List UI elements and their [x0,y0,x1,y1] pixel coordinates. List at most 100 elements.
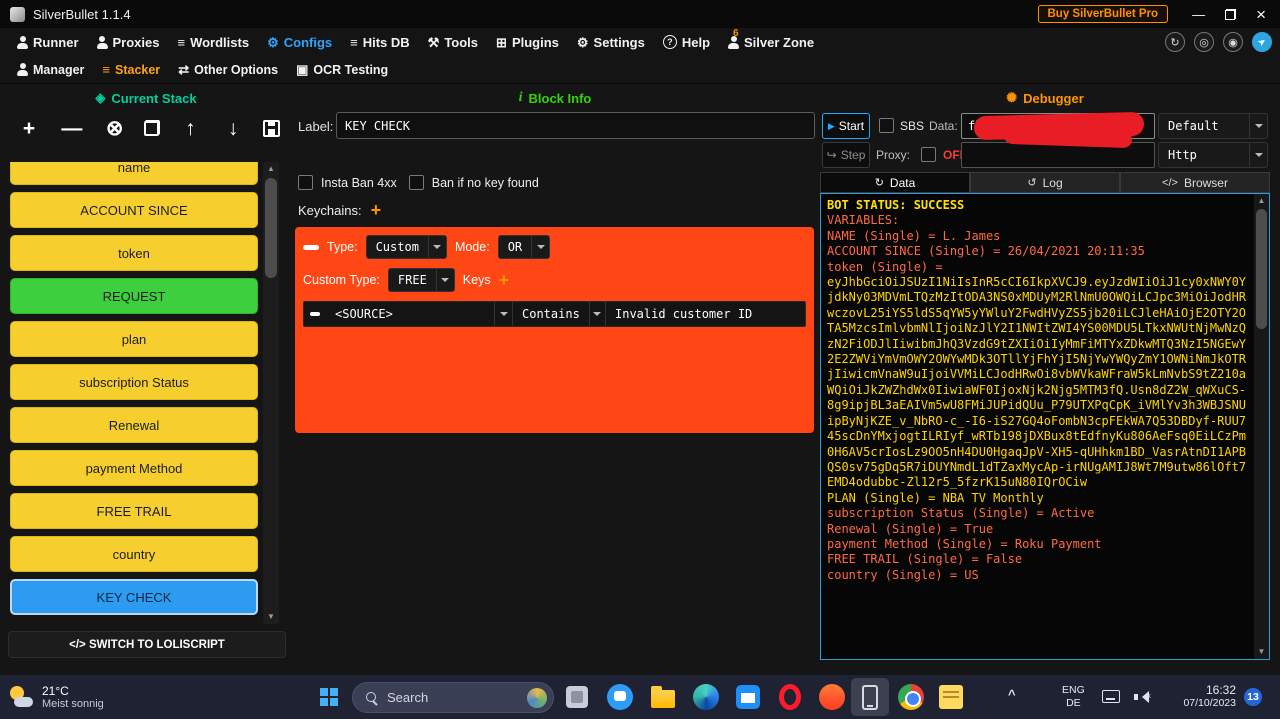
sbs-checkbox[interactable] [879,118,894,133]
taskbar-app-brave[interactable] [813,678,851,716]
stack-block-name[interactable]: name [10,162,258,185]
stack-block-request[interactable]: REQUEST [10,278,258,314]
notification-badge[interactable]: 13 [1244,688,1262,706]
stack-block-renewal[interactable]: Renewal [10,407,258,443]
search-icon [365,691,379,705]
taskbar-app-notes[interactable] [932,678,970,716]
menu-item-plugins[interactable]: ⊞Plugins [487,28,568,56]
taskbar-app-explorer[interactable] [644,678,682,716]
record-icon[interactable]: ◉ [1223,32,1243,52]
stack-block-plan[interactable]: plan [10,321,258,357]
scroll-thumb[interactable] [265,178,277,278]
chevron-down-icon [436,269,454,291]
taskbar-app-store[interactable] [729,678,767,716]
add-key-icon[interactable]: + [499,271,510,289]
device-icon [862,685,878,710]
move-up-icon[interactable]: ↑ [177,118,203,139]
close-icon[interactable]: × [1256,9,1266,20]
switch-to-loliscript-button[interactable]: </> SWITCH TO LOLISCRIPT [8,631,286,658]
scroll-thumb[interactable] [1256,209,1267,329]
wordlist-type-dropdown[interactable]: Default [1158,113,1268,139]
store-icon [736,685,760,709]
telegram-icon[interactable]: ➤ [1252,32,1272,52]
key-source-dropdown[interactable]: <SOURCE> [326,302,512,326]
stack-scrollbar[interactable]: ▲ ▼ [263,162,279,624]
key-comparer-dropdown[interactable]: Contains [513,302,605,326]
submenu-item-manager[interactable]: Manager [8,56,93,83]
taskbar-app-chat[interactable] [601,678,639,716]
scroll-up-icon[interactable]: ▲ [1254,194,1269,208]
log-scrollbar[interactable]: ▲ ▼ [1254,194,1269,659]
submenu-item-ocr-testing[interactable]: ▣OCR Testing [287,56,397,83]
stack-block-free-trail[interactable]: FREE TRAIL [10,493,258,529]
stack-block-payment-method[interactable]: payment Method [10,450,258,486]
menu-item-wordlists[interactable]: ≡Wordlists [168,28,258,56]
custom-type-dropdown[interactable]: FREE [388,268,455,292]
start-button[interactable] [320,688,338,706]
add-keychain-icon[interactable]: + [371,201,382,219]
insta-ban-checkbox[interactable] [298,175,313,190]
add-block-icon[interactable]: + [16,118,42,139]
tray-chevron-icon[interactable]: ^ [1008,687,1016,702]
menu-item-tools[interactable]: ⚒Tools [419,28,487,56]
menu-item-proxies[interactable]: Proxies [88,28,169,56]
proxy-checkbox[interactable] [921,147,936,162]
minimize-icon[interactable]: — [1192,7,1205,22]
stack-block-token[interactable]: token [10,235,258,271]
weather-widget[interactable]: 21°C Meist sonnig [8,675,104,719]
remove-block-icon[interactable]: — [59,118,85,139]
menu-item-hits-db[interactable]: ≡Hits DB [341,28,419,56]
block-label-input[interactable] [336,112,815,139]
stack-block-country[interactable]: country [10,536,258,572]
save-config-icon[interactable] [263,120,280,137]
taskbar-app-snip[interactable] [558,678,596,716]
stack-block-account-since[interactable]: ACCOUNT SINCE [10,192,258,228]
log-line: ACCOUNT SINCE (Single) = 26/04/2021 20:1… [827,244,1249,259]
language-switcher[interactable]: ENG DE [1062,684,1085,710]
menu-item-settings[interactable]: ⚙Settings [568,28,654,56]
key-term-input[interactable] [605,302,805,326]
taskbar-clock[interactable]: 16:32 07/10/2023 [1156,683,1236,709]
menu-item-runner[interactable]: Runner [8,28,88,56]
menu-bar: Runner Proxies ≡Wordlists ⚙Configs ≡Hits… [0,28,1280,56]
capture-icon[interactable]: ◎ [1194,32,1214,52]
debugger-log: BOT STATUS: SUCCESS VARIABLES: NAME (Sin… [820,193,1270,660]
tab-browser[interactable]: </>Browser [1120,172,1270,193]
taskbar-app-edge[interactable] [687,678,725,716]
tab-data[interactable]: ↻Data [820,172,970,193]
touch-keyboard-icon[interactable] [1102,690,1120,703]
taskbar-search[interactable]: Search [352,682,554,713]
submenu-item-other-options[interactable]: ⇄Other Options [169,56,287,83]
menu-item-help[interactable]: ?Help [654,28,719,56]
key-drag-cell[interactable] [304,312,326,316]
ban-no-key-checkbox[interactable] [409,175,424,190]
proxy-type-dropdown[interactable]: Http [1158,142,1268,168]
scroll-down-icon[interactable]: ▼ [263,610,279,624]
submenu-item-stacker[interactable]: ≡Stacker [93,56,169,83]
wordlists-icon: ≡ [177,36,185,49]
keychain-mode-dropdown[interactable]: OR [498,235,550,259]
scroll-down-icon[interactable]: ▼ [1254,645,1269,659]
menu-item-silver-zone[interactable]: 6Silver Zone [719,28,823,56]
stack-block-key-check-selected[interactable]: KEY CHECK [10,579,258,615]
duplicate-block-icon[interactable] [144,120,160,136]
tab-log[interactable]: ↺Log [970,172,1120,193]
menu-item-configs[interactable]: ⚙Configs [258,28,341,56]
step-button[interactable]: ↪Step [822,142,870,168]
silver-zone-icon [728,36,739,49]
drag-handle-icon[interactable] [303,245,319,250]
stack-block-subscription-status[interactable]: subscription Status [10,364,258,400]
start-button[interactable]: ▶Start [822,113,870,139]
restore-icon[interactable] [1225,9,1236,20]
stack-toolbar: + — ⊗ ↑ ↓ [16,110,280,146]
clear-stack-icon[interactable]: ⊗ [102,118,128,139]
taskbar-app-opera[interactable] [771,678,809,716]
move-down-icon[interactable]: ↓ [220,118,246,139]
taskbar-app-active[interactable] [851,678,889,716]
label-caption: Label: [298,119,333,134]
scroll-up-icon[interactable]: ▲ [263,162,279,176]
taskbar-app-chrome[interactable] [892,678,930,716]
history-icon[interactable]: ↻ [1165,32,1185,52]
keychain-type-dropdown[interactable]: Custom [366,235,447,259]
buy-pro-button[interactable]: Buy SilverBullet Pro [1038,5,1169,23]
